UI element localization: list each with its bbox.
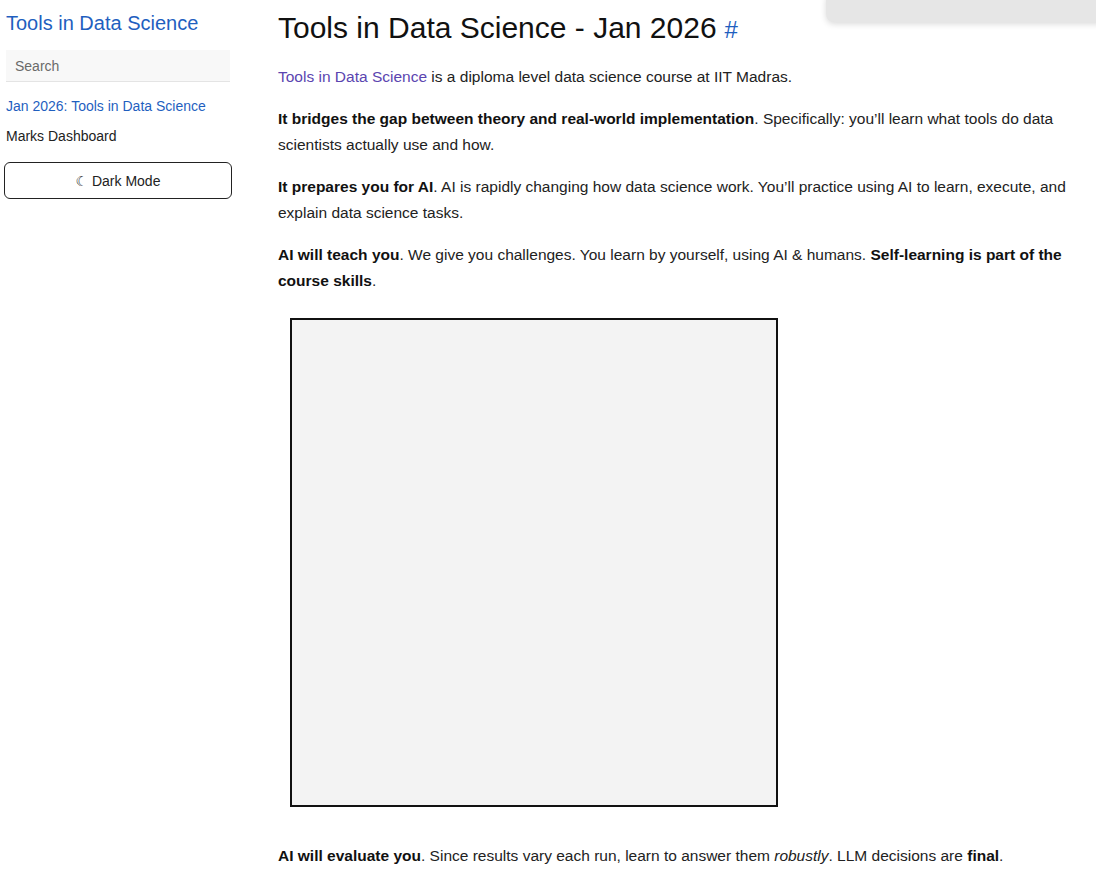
- course-link[interactable]: Tools in Data Science: [278, 68, 427, 85]
- paragraph: It prepares you for AI. AI is rapidly ch…: [278, 174, 1092, 226]
- plain-text: . LLM decisions are: [829, 847, 968, 864]
- floating-toolbar: [826, 0, 1096, 22]
- comic-illustration: [290, 318, 778, 807]
- page: Tools in Data Science Jan 2026: Tools in …: [0, 0, 1096, 872]
- italic-text: robustly: [774, 847, 828, 864]
- paragraph: It bridges the gap between theory and re…: [278, 106, 1092, 158]
- bold-text: It prepares you for AI: [278, 178, 433, 195]
- paragraph: AI will evaluate you. Since results vary…: [278, 843, 1092, 869]
- plain-text: . We give you challenges. You learn by y…: [399, 246, 870, 263]
- content: Tools in Data Science - Jan 2026#Tools i…: [240, 0, 1096, 872]
- plain-text: .: [999, 847, 1003, 864]
- sidebar-title[interactable]: Tools in Data Science: [6, 10, 232, 36]
- plain-text: . Since results vary each run, learn to …: [421, 847, 774, 864]
- plain-text: is a diploma level data science course a…: [427, 68, 792, 85]
- bold-text: AI will teach you: [278, 246, 399, 263]
- paragraph: AI will teach you. We give you challenge…: [278, 242, 1092, 294]
- plain-text: .: [372, 272, 376, 289]
- dark-mode-button[interactable]: ☾ Dark Mode: [4, 162, 232, 199]
- heading-anchor[interactable]: #: [725, 16, 738, 43]
- bold-text: final: [967, 847, 999, 864]
- search-field[interactable]: [6, 50, 230, 82]
- sidebar-nav: Jan 2026: Tools in Data Science Marks Das…: [6, 96, 232, 146]
- sidebar-item[interactable]: Jan 2026: Tools in Data Science: [6, 96, 232, 116]
- sidebar-item[interactable]: Marks Dashboard: [6, 126, 232, 146]
- paragraph: Tools in Data Science is a diploma level…: [278, 64, 1092, 90]
- bold-text: AI will evaluate you: [278, 847, 421, 864]
- bold-text: It bridges the gap between theory and re…: [278, 110, 754, 127]
- sidebar: Tools in Data Science Jan 2026: Tools in …: [0, 0, 240, 872]
